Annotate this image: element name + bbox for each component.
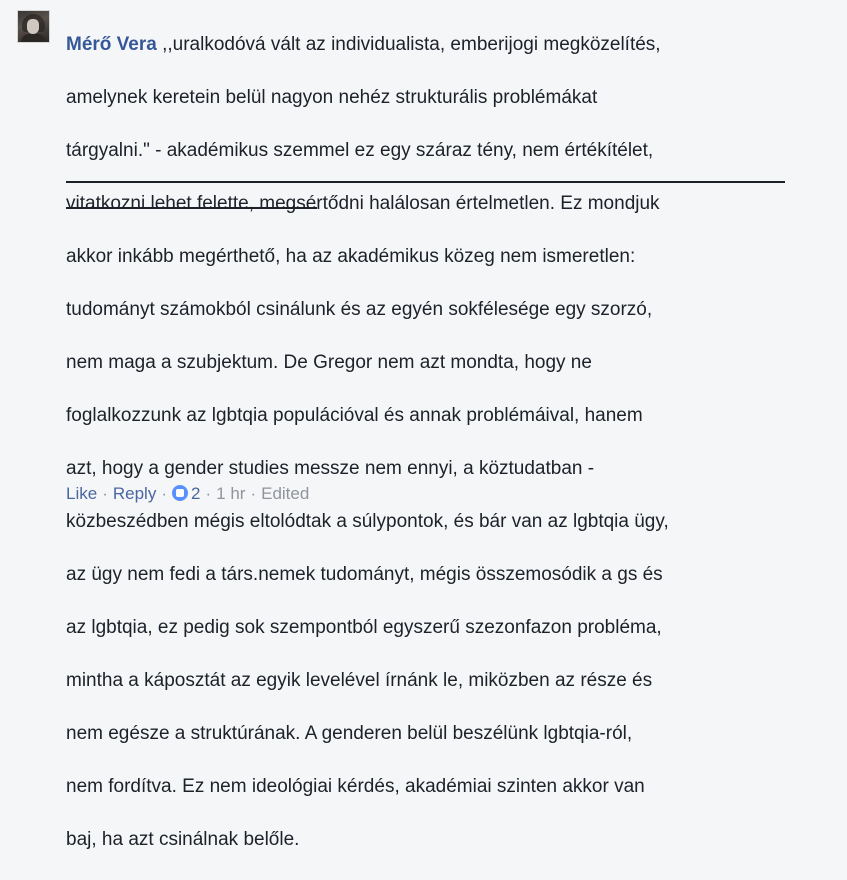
comment-line-3: tárgyalni." - akadémikus szemmel ez egy … <box>66 139 654 161</box>
avatar-face <box>27 19 39 34</box>
highlight-underline-2 <box>66 207 317 209</box>
comment-body: Mérő Vera ,,uralkodóvá vált az individua… <box>66 5 826 880</box>
like-link[interactable]: Like <box>66 484 97 503</box>
comment-line-10: közbeszédben mégis eltolódtak a súlypont… <box>66 510 669 532</box>
comment-text-underlined-end: nem maga a szubjektum. <box>66 351 279 373</box>
comment-line-8: foglalkozzunk az lgbtqia populációval és… <box>66 404 643 426</box>
author-name[interactable]: Mérő Vera <box>66 34 157 55</box>
highlight-underline-1 <box>66 181 785 183</box>
comment-line-9: azt, hogy a gender studies messze nem en… <box>66 457 595 479</box>
comment-text-7: De Gregor nem azt mondta, hogy ne <box>278 351 592 373</box>
separator: · <box>161 484 167 503</box>
comment-line-5: akkor inkább megérthető, ha az akadémiku… <box>66 245 636 267</box>
comment-line-6: tudományt számokból csinálunk és az egyé… <box>66 298 653 320</box>
comment: Mérő Vera ,,uralkodóvá vált az individua… <box>0 0 847 850</box>
comment-line-4: vitatkozni lehet felette, megsértődni ha… <box>66 192 660 214</box>
reply-link[interactable]: Reply <box>113 484 156 503</box>
comment-line-7: nem maga a szubjektum. De Gregor nem azt… <box>66 350 826 377</box>
comment-actions: Like · Reply · 2 · 1 hr · Edited <box>66 481 309 507</box>
comment-line-11: az ügy nem fedi a társ.nemek tudományt, … <box>66 563 663 585</box>
comment-line-12: az lgbtqia, ez pedig sok szempontból egy… <box>66 616 662 638</box>
comment-text-1: ,,uralkodóvá vált az individualista, emb… <box>162 33 661 55</box>
separator: · <box>250 484 257 503</box>
comment-line-1: Mérő Vera ,,uralkodóvá vált az individua… <box>66 32 826 59</box>
edited-label[interactable]: Edited <box>261 484 309 503</box>
author-avatar[interactable] <box>17 10 50 43</box>
comment-line-2: amelynek keretein belül nagyon nehéz str… <box>66 86 598 108</box>
separator: · <box>205 484 212 503</box>
comment-line-16: baj, ha azt csinálnak belőle. <box>66 828 300 850</box>
comment-line-14: nem egésze a struktúrának. A genderen be… <box>66 722 633 744</box>
separator: · <box>102 484 108 503</box>
comment-line-13: mintha a káposztát az egyik levelével ír… <box>66 669 653 691</box>
like-reaction-icon[interactable] <box>172 485 188 501</box>
comment-line-15: nem fordítva. Ez nem ideológiai kérdés, … <box>66 775 645 797</box>
timestamp[interactable]: 1 hr <box>216 484 245 503</box>
avatar-shoulders <box>21 34 46 42</box>
